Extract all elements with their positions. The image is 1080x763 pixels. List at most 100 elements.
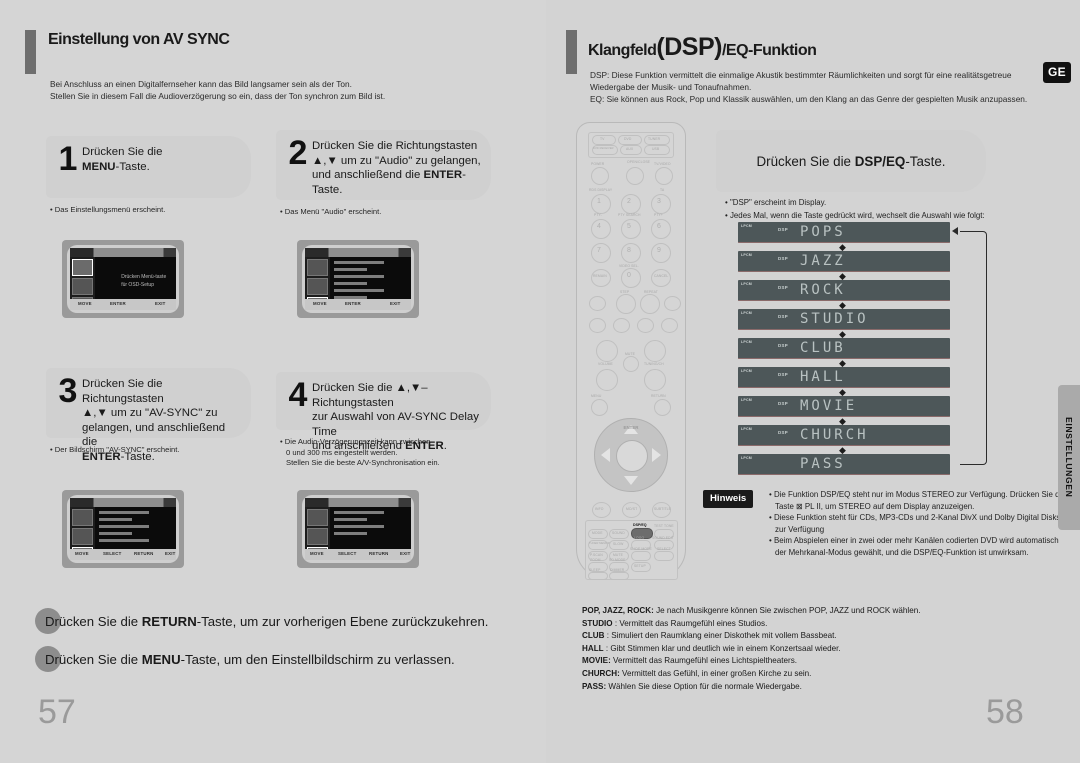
dsp-press-note-0: • "DSP" erscheint im Display. [725,198,827,207]
remote-label-slide-mode: SLIDE MODE [630,547,652,551]
remote-return-button[interactable] [654,399,671,416]
remote-key-8-label: 8 [627,247,631,254]
glossary-desc: : Vermittelt das Raumgefühl eines Studio… [614,618,768,628]
tv-screenshot-3: MOVE SELECT RETURN EXIT [62,490,184,568]
remote-tv-video-button[interactable] [655,167,673,185]
remote-button-slide-mode[interactable] [631,551,651,561]
remote-key-3[interactable] [651,194,671,214]
glossary-row: MOVIE: Vermittelt das Raumgefühl eines L… [582,655,1062,668]
remote-key-5[interactable] [621,219,641,239]
remote-tuning-down-button[interactable] [644,369,666,391]
navpad-left-arrow-icon[interactable] [601,448,610,462]
osd-1-thumb [72,278,94,295]
step-2-text: Drücken Sie die Richtungstasten ▲,▼ um zu… [312,140,481,196]
remote-key-0[interactable] [621,268,641,288]
remote-label-dspeq: DSP/EQ [633,523,647,527]
remote-next-button[interactable] [664,296,681,311]
remote-volume-down-button[interactable] [596,369,618,391]
osd-2-topbar [305,248,411,257]
remote-key-0-label: 0 [627,272,631,279]
osd-3-footer-exit: EXIT [165,551,176,556]
osd-3-line [99,518,132,521]
remote-label-mo-st: MO/ST [626,507,638,511]
remote-repeat-button[interactable] [640,294,660,314]
tv-screenshot-2: MOVE ENTER EXIT [297,240,419,318]
remote-open-close-button[interactable] [626,167,644,185]
remote-key-8[interactable] [621,243,641,263]
osd-2-line [334,268,367,271]
osd-4-topbar [305,498,411,507]
dsp-panel-club: LPCM DSP CLUB [738,338,950,359]
osd-1-message: Drücken Menü-taste für OSD-Setup [121,273,167,288]
remote-label-volume: VOLUME [598,362,613,366]
dsp-panel-studio: LPCM DSP STUDIO [738,309,950,330]
remote-label-mute: MUTE [625,352,636,356]
osd-3-thumb [72,528,94,545]
remote-label-dvd: DVD [624,137,632,141]
dsp-panel-jazz: LPCM DSP JAZZ [738,251,950,272]
step-3-number: 3 [58,372,78,410]
remote-key-2-label: 2 [627,198,631,205]
remote-enter-button[interactable] [616,440,648,472]
tv-screenshot-4: MOVE SELECT RETURN EXIT [297,490,419,568]
osd-4-footer-return: RETURN [369,551,389,556]
remote-power-button[interactable] [591,167,609,185]
remote-forward-button[interactable] [661,318,678,333]
dsp-mode-name: CLUB [800,340,846,356]
remote-label-open-close: OPEN/CLOSE [627,160,651,164]
left-title-accent-bar [25,30,36,74]
step-2-note-0: • Das Menü "Audio" erscheint. [280,207,382,216]
lpcm-indicator-icon: LPCM [741,223,752,228]
right-title-paren: (DSP) [656,33,722,61]
remote-key-6[interactable] [651,219,671,239]
glossary-desc: Je nach Musikgenre können Sie zwischen P… [656,606,921,615]
remote-step-button[interactable] [616,294,636,314]
remote-menu-button[interactable] [591,399,608,416]
osd-4-line [334,532,367,535]
remote-prev-button[interactable] [589,296,606,311]
tv-1-bezel: Drücken Menü-taste für OSD-Setup MOVE EN… [67,245,179,313]
remote-remain-button[interactable] [591,269,611,287]
osd-3-footer-return: RETURN [134,551,154,556]
remote-play-pause-button[interactable] [637,318,654,333]
remote-key-9[interactable] [651,243,671,263]
remote-volume-up-button[interactable] [596,340,618,362]
step-2-number: 2 [288,134,308,172]
step-card-1: 1 Drücken Sie die MENU-Taste. • Das Einst… [46,136,251,216]
navpad-down-arrow-icon[interactable] [624,476,638,485]
osd-4-footer-exit: EXIT [400,551,411,556]
step-card-4: 4 Drücken Sie die ▲,▼–Richtungstasten zur… [276,372,491,469]
remote-tuning-up-button[interactable] [644,340,666,362]
remote-button-dimmer[interactable] [609,572,629,580]
dsp-mode-name: PASS [800,456,846,472]
osd-4-line [334,511,385,514]
remote-label-return: RETURN [651,394,666,398]
osd-1-footer-exit: EXIT [155,301,166,306]
remote-stop-button[interactable] [613,318,630,333]
remote-label-sound-edit: SOUND EDIT [652,536,674,540]
down-arrow-icon: ◆ [839,445,846,455]
down-arrow-icon: ◆ [839,329,846,339]
osd-1-sidebar [70,257,96,310]
step-2-header: 2 Drücken Sie die Richtungstasten ▲,▼ um … [276,130,491,200]
remote-rewind-button[interactable] [589,318,606,333]
note-item-0: • Die Funktion DSP/EQ steht nur im Modus… [769,490,1066,511]
remote-button-select[interactable] [654,551,674,561]
remote-button-sleep[interactable] [588,572,608,580]
dsp-mode-name: JAZZ [800,253,846,269]
osd-4-thumb [307,509,329,526]
tv-4-bezel: MOVE SELECT RETURN EXIT [302,495,414,563]
osd-3-footer-select: SELECT [103,551,122,556]
remote-key-1[interactable] [591,194,611,214]
remote-key-7[interactable] [591,243,611,263]
remote-key-2[interactable] [621,194,641,214]
remote-cancel-button[interactable] [651,269,671,287]
dsp-eq-press-text: Drücken Sie die DSP/EQ-Taste. [756,153,946,169]
remote-label-info: INFO [595,507,604,511]
remote-mute-button[interactable] [623,356,639,372]
navpad-right-arrow-icon[interactable] [652,448,661,462]
right-title-main: Klangfeld [588,42,657,59]
language-badge: GE [1043,62,1071,83]
left-subtitle-line-1: Bei Anschluss an einen Digitalfernseher … [50,79,352,89]
remote-key-4[interactable] [591,219,611,239]
